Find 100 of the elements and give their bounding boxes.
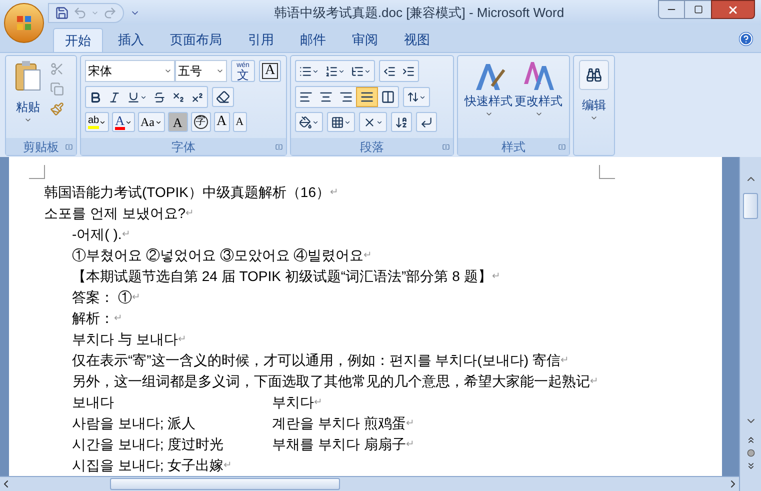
character-border-button[interactable]: A (259, 60, 281, 82)
quick-styles-button[interactable]: 快速样式 (464, 60, 512, 118)
align-left-icon (299, 90, 313, 104)
caret-icon (140, 94, 147, 100)
group-label: 段落 (360, 140, 384, 152)
document-text: 보내다 (72, 393, 115, 412)
paragraph-mark: ↵ (330, 186, 338, 200)
subscript-icon (172, 90, 185, 104)
caret-icon (154, 118, 162, 126)
character-shading-button[interactable]: A (168, 112, 188, 132)
increase-indent-icon (402, 64, 415, 78)
align-center-icon (319, 90, 333, 104)
decrease-indent-icon (383, 64, 396, 78)
document-text: 계란을 부치다 煎鸡蛋 (272, 414, 406, 433)
superscript-icon (191, 90, 204, 104)
paragraph-mark: ↵ (224, 459, 232, 473)
dialog-launcher-icon[interactable] (275, 142, 283, 150)
caret-icon (312, 118, 319, 126)
group-label: 样式 (502, 140, 526, 152)
clipboard-icon (14, 60, 42, 92)
document-text: 시집을 보내다; 女子出嫁 (72, 456, 224, 475)
paragraph-mark: ↵ (114, 312, 122, 326)
paragraph-mark: ↵ (178, 334, 186, 345)
maximize-icon (694, 5, 702, 14)
change-case-button[interactable]: Aa (138, 112, 165, 132)
paste-button[interactable]: 粘贴 (10, 60, 46, 124)
grow-font-button[interactable]: A (214, 112, 230, 132)
document-text: 答案： ① (72, 288, 132, 307)
editing-button[interactable]: 编辑 (579, 60, 609, 122)
ribbon-tab[interactable]: 页面布局 (159, 28, 233, 52)
horizontal-scrollbar[interactable] (0, 476, 739, 491)
ribbon-tab[interactable]: 审阅 (341, 28, 389, 52)
font-color-button[interactable]: A (112, 112, 135, 132)
document-text: -어제( ). (72, 225, 122, 244)
shrink-font-button[interactable]: A (232, 112, 247, 132)
clear-formatting-button[interactable] (212, 87, 234, 107)
document-text: 解析： (72, 309, 114, 328)
borders-button[interactable] (327, 112, 355, 132)
dialog-launcher-icon[interactable] (65, 142, 73, 150)
cross-icon (363, 116, 376, 128)
ribbon-tab[interactable]: 邮件 (289, 28, 337, 52)
caret-icon (344, 118, 351, 126)
format-painter-icon[interactable] (50, 102, 64, 116)
document-text: 韩国语能力考试(TOPIK）中级真题解析（16） (44, 183, 330, 202)
enclose-character-button[interactable]: 字 (190, 112, 211, 132)
paragraph-mark: ↵ (406, 417, 414, 431)
paragraph-mark: ↵ (314, 396, 322, 410)
caret-icon (419, 94, 426, 100)
line-spacing-button[interactable] (403, 87, 430, 107)
paragraph-mark: ↵ (364, 249, 372, 263)
close-button[interactable] (711, 0, 755, 19)
vertical-scrollbar[interactable] (739, 157, 761, 491)
caret-icon (216, 67, 224, 75)
binoculars-icon (586, 67, 602, 83)
document-text: ①부쳤어요 ②넣었어요 ③모았어요 ④빌렸어요 (72, 246, 364, 265)
bullet-list-icon (299, 64, 312, 78)
document-text: 사람을 보내다; 派人 (72, 414, 197, 433)
sort-button[interactable] (391, 112, 412, 132)
strikethrough-icon (153, 90, 166, 104)
eraser-icon (216, 90, 230, 104)
help-icon[interactable] (739, 32, 753, 46)
paragraph-mark: ↵ (132, 291, 140, 305)
window-title: 韩语中级考试真题.doc [兼容模式] - Microsoft Word (274, 4, 564, 22)
scroll-thumb[interactable] (743, 193, 758, 219)
shading-button[interactable] (295, 112, 323, 132)
ribbon-tab[interactable]: 视图 (393, 28, 441, 52)
crop-mark (29, 165, 45, 179)
caret-icon (534, 110, 542, 118)
document-text: 仅在表示“寄”这一含义的时候，才可以通用，例如：편지를 부치다(보내다) 寄信 (72, 351, 560, 370)
ribbon-tab[interactable]: 插入 (107, 28, 155, 52)
next-page-icon (746, 461, 756, 471)
borders-icon (331, 116, 344, 128)
font-size-field[interactable]: 五号 (175, 60, 227, 82)
highlight-button[interactable]: ab (85, 112, 110, 132)
caret-icon (99, 118, 106, 126)
chinese-layout-button[interactable] (359, 112, 387, 132)
alignment-button[interactable] (356, 87, 378, 107)
paragraph-mark: ↵ (560, 354, 568, 368)
change-styles-button[interactable]: 更改样式 (514, 60, 562, 118)
dialog-launcher-icon[interactable] (558, 142, 566, 150)
office-logo-icon (17, 16, 31, 30)
paragraph-mark: ↵ (186, 207, 194, 221)
font-name-field[interactable]: 宋体 (85, 60, 175, 82)
scroll-thumb[interactable] (110, 478, 340, 490)
save-icon[interactable] (55, 6, 69, 20)
numbered-list-icon (325, 64, 338, 78)
paragraph-mark: ↵ (122, 228, 130, 242)
ribbon-tab[interactable]: 引用 (237, 28, 285, 52)
paint-bucket-icon (299, 116, 312, 128)
styles-letters-icon (522, 60, 556, 92)
document-text: 부치다 (272, 393, 314, 412)
justify-icon (360, 90, 374, 104)
ribbon-tab[interactable]: 开始 (53, 28, 103, 52)
maximize-button[interactable] (685, 0, 711, 19)
browse-object-icon (746, 449, 754, 457)
document-text: 부채를 부치다 扇扇子 (272, 435, 406, 454)
dialog-launcher-icon[interactable] (442, 142, 450, 150)
show-marks-button[interactable] (416, 112, 437, 132)
document-text: 소포를 언제 보냈어요? (44, 204, 186, 223)
office-button[interactable] (4, 3, 44, 43)
